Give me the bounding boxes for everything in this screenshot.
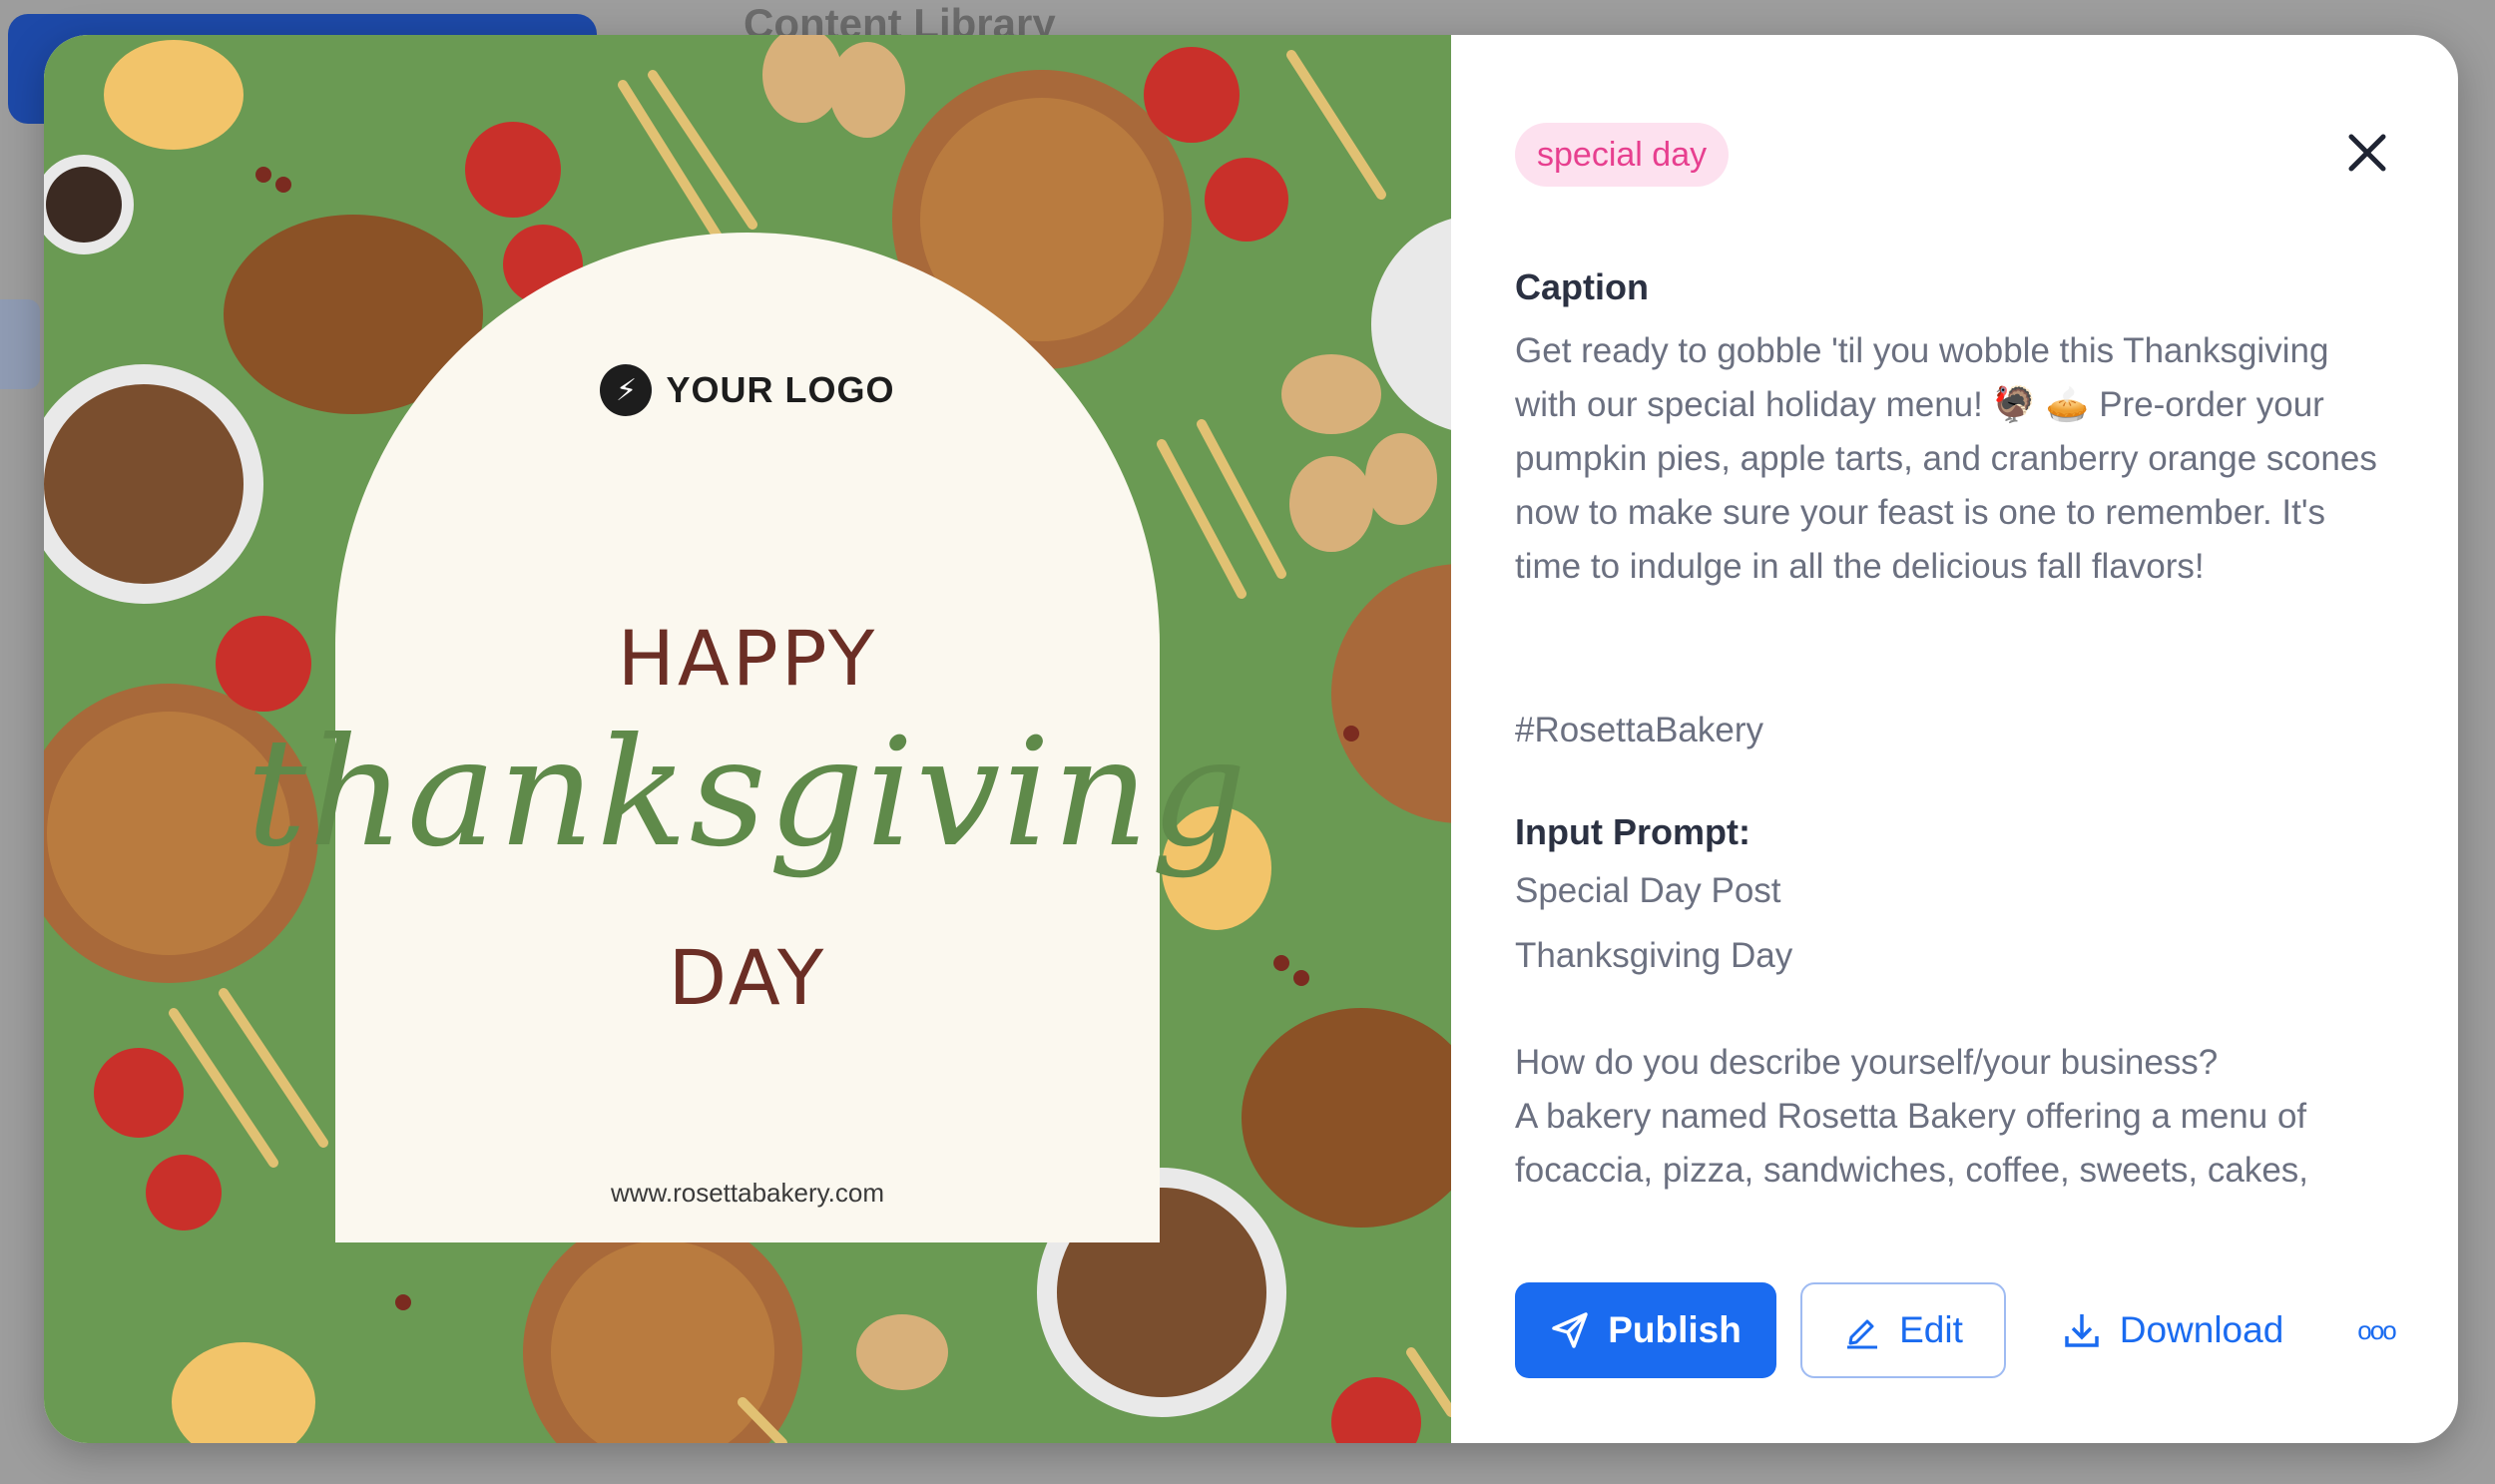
- lightning-icon: ⚡: [600, 364, 653, 416]
- headline-day: DAY: [668, 933, 827, 1022]
- category-tag: special day: [1515, 123, 1730, 187]
- more-options-button[interactable]: ooo: [2341, 1282, 2411, 1378]
- close-icon: [2348, 134, 2386, 172]
- business-question: How do you describe yourself/your busine…: [1515, 1043, 2219, 1082]
- edit-button[interactable]: Edit: [1800, 1282, 2006, 1378]
- edit-label: Edit: [1899, 1309, 1963, 1350]
- website-url: www.rosettabakery.com: [610, 1178, 885, 1208]
- input-prompt-title: Input Prompt:: [1515, 811, 1750, 852]
- post-preview-modal: ⚡ YOUR LOGO HAPPY thanksgiving DAY www.r…: [44, 35, 2458, 1443]
- hashtag: #RosettaBakery: [1515, 711, 1764, 749]
- headline-thanksgiving: thanksgiving: [246, 707, 1249, 880]
- publish-button[interactable]: Publish: [1515, 1282, 1776, 1378]
- logo: ⚡ YOUR LOGO: [44, 364, 1451, 416]
- send-icon: [1552, 1312, 1588, 1348]
- input-prompt-line: Special Day Post: [1515, 871, 1781, 910]
- caption-title: Caption: [1515, 266, 1649, 307]
- close-button[interactable]: [2331, 117, 2403, 189]
- business-answer: A bakery named Rosetta Bakery offering a…: [1515, 1097, 2309, 1190]
- more-icon: ooo: [2357, 1314, 2396, 1345]
- post-image: ⚡ YOUR LOGO HAPPY thanksgiving DAY www.r…: [44, 35, 1451, 1443]
- pencil-icon: [1847, 1319, 1878, 1349]
- headline-happy: HAPPY: [617, 614, 878, 703]
- download-label: Download: [2119, 1309, 2284, 1350]
- post-details-panel: special day Caption Get ready to gobble …: [1451, 35, 2458, 1443]
- input-prompt-line: Thanksgiving Day: [1515, 936, 1793, 975]
- background-sidebar-item: [0, 299, 40, 389]
- caption-text: Get ready to gobble 'til you wobble this…: [1515, 331, 2377, 586]
- action-bar: Publish Edit Download ooo: [1515, 1282, 2411, 1378]
- logo-text: YOUR LOGO: [666, 369, 895, 410]
- publish-label: Publish: [1608, 1309, 1742, 1350]
- download-button[interactable]: Download: [2038, 1282, 2307, 1378]
- download-icon: [2064, 1314, 2099, 1347]
